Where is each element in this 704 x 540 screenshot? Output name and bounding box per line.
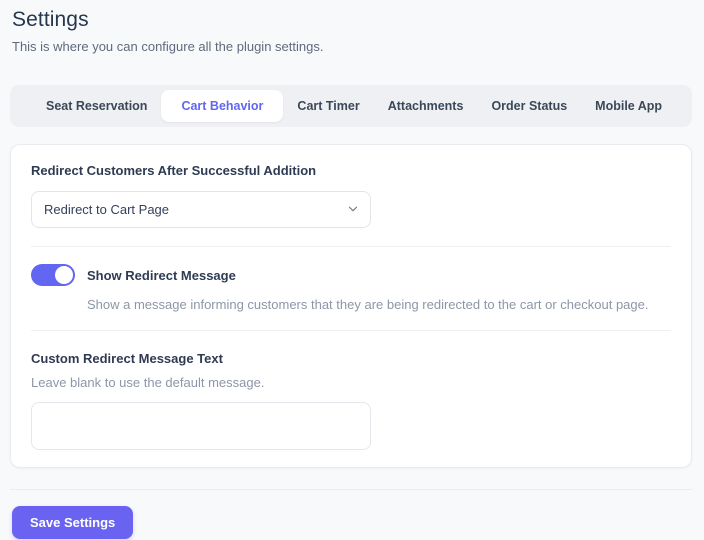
tab-mobile-app[interactable]: Mobile App xyxy=(581,90,676,122)
tab-cart-behavior[interactable]: Cart Behavior xyxy=(161,90,283,122)
page-header: Settings This is where you can configure… xyxy=(0,0,704,54)
toggle-knob xyxy=(55,266,73,284)
custom-message-section: Custom Redirect Message Text Leave blank… xyxy=(31,351,671,450)
redirect-select-wrap: Redirect to Cart Page xyxy=(31,191,371,228)
footer-divider xyxy=(10,489,692,490)
custom-message-input[interactable] xyxy=(31,402,371,450)
tab-attachments[interactable]: Attachments xyxy=(374,90,478,122)
show-redirect-message-description: Show a message informing customers that … xyxy=(87,297,671,312)
settings-tabbar: Seat Reservation Cart Behavior Cart Time… xyxy=(10,85,692,127)
section-divider xyxy=(31,246,671,247)
page-title: Settings xyxy=(12,8,692,32)
tab-seat-reservation[interactable]: Seat Reservation xyxy=(32,90,161,122)
redirect-select[interactable]: Redirect to Cart Page xyxy=(31,191,371,228)
tab-order-status[interactable]: Order Status xyxy=(477,90,581,122)
settings-page: Settings This is where you can configure… xyxy=(0,0,704,540)
save-settings-button[interactable]: Save Settings xyxy=(12,506,133,539)
show-redirect-message-label: Show Redirect Message xyxy=(87,268,236,283)
section-divider xyxy=(31,330,671,331)
show-redirect-message-toggle[interactable] xyxy=(31,264,75,286)
redirect-select-label: Redirect Customers After Successful Addi… xyxy=(31,163,671,178)
custom-message-hint: Leave blank to use the default message. xyxy=(31,375,671,390)
show-redirect-message-row: Show Redirect Message xyxy=(31,264,671,286)
tab-cart-timer[interactable]: Cart Timer xyxy=(283,90,373,122)
custom-message-label: Custom Redirect Message Text xyxy=(31,351,671,366)
page-subtitle: This is where you can configure all the … xyxy=(12,39,692,54)
cart-behavior-panel: Redirect Customers After Successful Addi… xyxy=(10,144,692,468)
